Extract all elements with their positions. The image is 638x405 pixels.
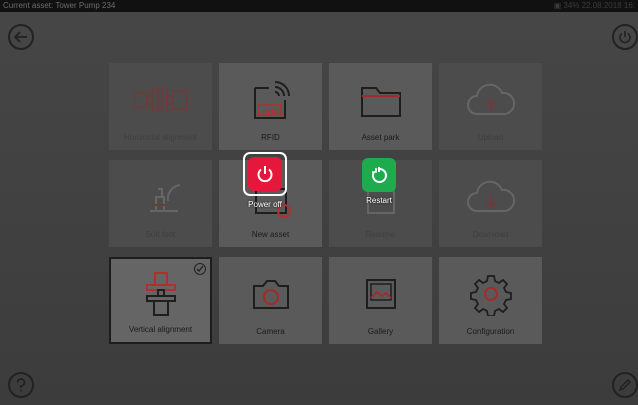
tile-horizontal-alignment[interactable]: Horizontal alignment (109, 63, 212, 150)
tile-label: Camera (256, 327, 285, 336)
tile-label: Soft foot (145, 230, 176, 239)
soft-foot-icon (149, 184, 180, 212)
tile-label: Vertical alignment (128, 325, 193, 334)
power-off-focus-frame (243, 152, 287, 196)
status-info: ▣ 34% 22.08.2018 16: (553, 1, 635, 10)
restart-button[interactable] (362, 158, 396, 192)
camera-icon (252, 280, 289, 309)
horizontal-alignment-icon (133, 88, 188, 112)
tile-label: Upload (477, 133, 504, 142)
tile-label: Resume (365, 230, 396, 239)
tile-configuration[interactable]: Configuration (439, 257, 542, 344)
tile-asset-park[interactable]: Asset park (329, 63, 432, 150)
tile-label: Asset park (361, 133, 400, 142)
restart-option[interactable]: Restart (362, 158, 396, 205)
rfid-icon-text: RFID (262, 109, 279, 116)
help-button[interactable] (8, 372, 34, 398)
edit-button[interactable] (612, 372, 638, 398)
cloud-download-icon (466, 180, 515, 212)
cloud-upload-icon (466, 83, 515, 115)
back-button[interactable] (8, 24, 34, 50)
gear-icon (469, 275, 512, 316)
tile-label: Configuration (466, 327, 515, 336)
folder-icon (360, 87, 401, 117)
vertical-alignment-icon (145, 272, 176, 316)
power-button[interactable] (612, 24, 638, 50)
status-bar: Current asset: Tower Pump 234 ▣ 34% 22.0… (0, 0, 638, 12)
power-off-button[interactable] (248, 157, 282, 191)
tile-label: Download (472, 230, 509, 239)
tile-label: Gallery (367, 327, 394, 336)
home-screen: Horizontal alignment RFID RFID Asset par… (0, 12, 638, 405)
help-icon (16, 378, 26, 392)
power-off-label: Power off (248, 200, 282, 209)
restart-icon (372, 167, 387, 183)
power-off-option[interactable]: Power off (243, 152, 287, 209)
app-grid: Horizontal alignment RFID RFID Asset par… (109, 63, 543, 349)
tile-vertical-alignment[interactable]: Vertical alignment (109, 257, 212, 344)
power-icon (619, 31, 631, 44)
tile-gallery[interactable]: Gallery (329, 257, 432, 344)
tile-camera[interactable]: Camera (219, 257, 322, 344)
back-arrow-icon (14, 31, 27, 43)
gallery-icon (365, 279, 396, 309)
edit-pen-icon (618, 378, 632, 392)
current-asset-label: Current asset: Tower Pump 234 (3, 1, 116, 10)
tile-label: RFID (261, 133, 280, 142)
tile-label: Horizontal alignment (124, 133, 197, 142)
tile-upload[interactable]: Upload (439, 63, 542, 150)
restart-label: Restart (366, 196, 392, 205)
tile-label: New asset (251, 230, 290, 239)
tile-rfid[interactable]: RFID RFID (219, 63, 322, 150)
tile-soft-foot[interactable]: Soft foot (109, 160, 212, 247)
tile-download[interactable]: Download (439, 160, 542, 247)
power-icon (257, 166, 273, 183)
